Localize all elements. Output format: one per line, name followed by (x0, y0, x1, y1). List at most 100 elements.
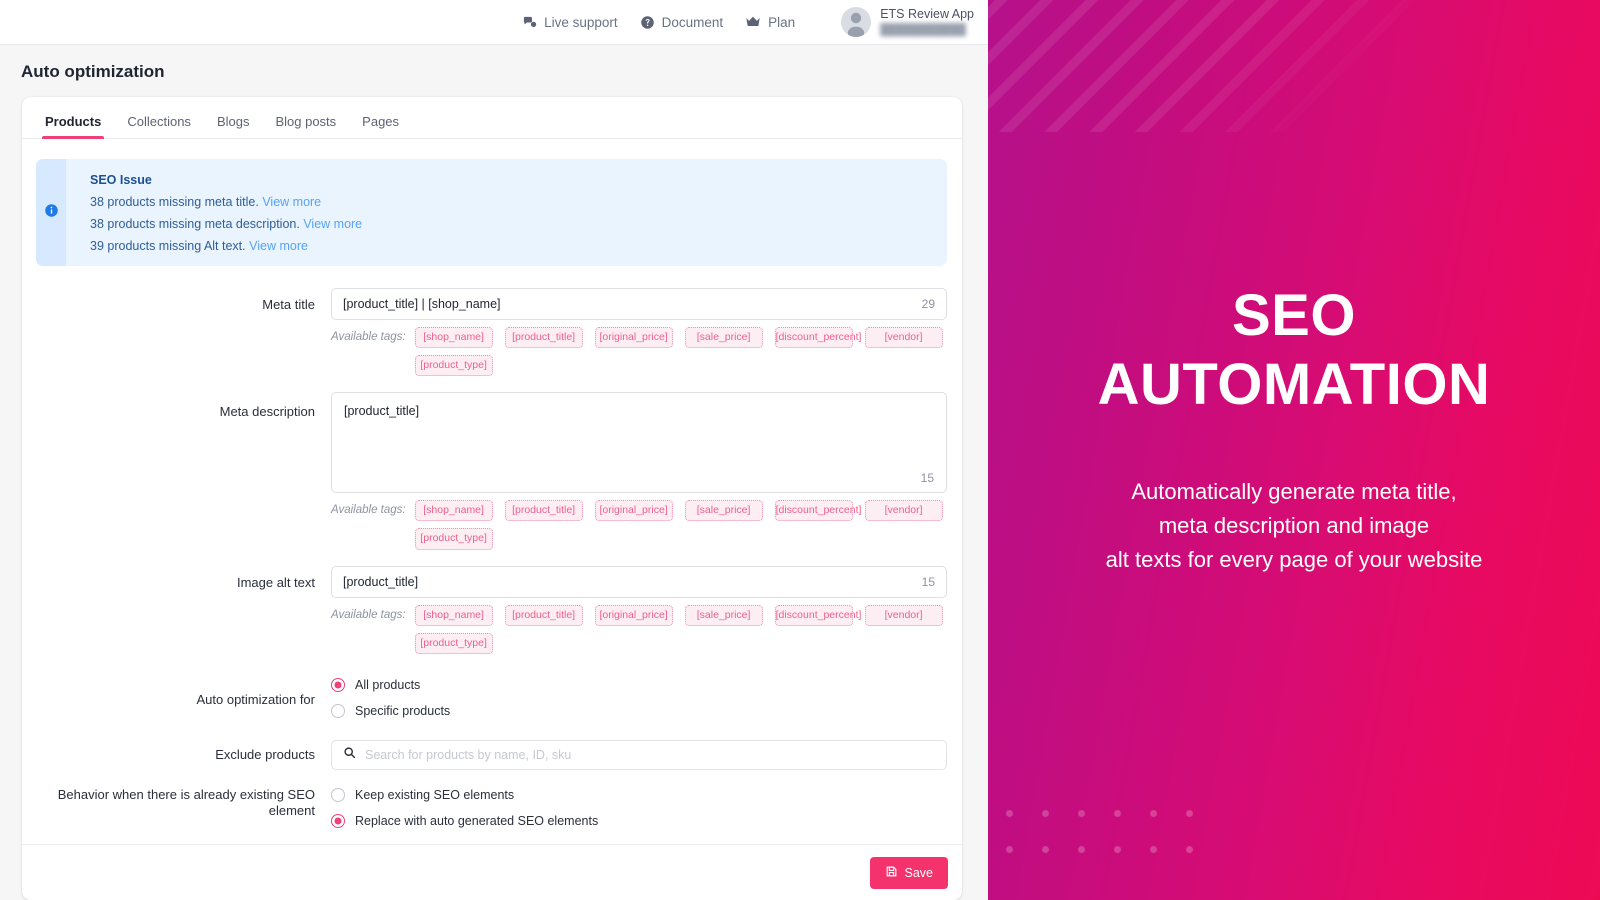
tag-product-title[interactable]: [product_title] (505, 605, 583, 626)
promo-heading: SEO AUTOMATION (1098, 282, 1491, 419)
user-name: ETS Review App (880, 8, 974, 22)
alert-body: SEO Issue 38 products missing meta title… (66, 159, 362, 266)
meta-title-label: Meta title (36, 288, 331, 313)
save-button[interactable]: Save (870, 857, 949, 889)
radio-all-products[interactable]: All products (331, 672, 947, 698)
radio-specific-products-indicator[interactable] (331, 704, 345, 718)
alert-accent-strip (36, 159, 66, 266)
image-alt-text-value: [product_title] (343, 575, 418, 589)
tab-blog-posts[interactable]: Blog posts (262, 115, 349, 138)
meta-title-control: [product_title] | [shop_name] 29 Availab… (331, 288, 947, 376)
tag-sale-price[interactable]: [sale_price] (685, 327, 763, 348)
promo-content: SEO AUTOMATION Automatically generate me… (1098, 282, 1491, 617)
radio-specific-products-label: Specific products (355, 704, 450, 718)
auto-optimization-for-label: Auto optimization for (36, 672, 331, 708)
meta-title-tags-row: Available tags: [shop_name] [product_tit… (331, 327, 947, 376)
live-support-link[interactable]: Live support (522, 15, 618, 30)
promo-subtext-line3: alt texts for every page of your website (1098, 543, 1491, 577)
tag-sale-price[interactable]: [sale_price] (685, 500, 763, 521)
meta-description-label: Meta description (36, 392, 331, 420)
tag-sale-price[interactable]: [sale_price] (685, 605, 763, 626)
meta-description-tags-row: Available tags: [shop_name] [product_tit… (331, 500, 947, 549)
tag-original-price[interactable]: [original_price] (595, 327, 673, 348)
tag-original-price[interactable]: [original_price] (595, 500, 673, 521)
meta-title-value: [product_title] | [shop_name] (343, 297, 501, 311)
meta-description-control: [product_title] 15 Available tags: [shop… (331, 392, 947, 549)
auto-optimization-for-control: All products Specific products (331, 672, 947, 724)
user-meta: ETS Review App ███████████ (880, 8, 974, 36)
exclude-products-search[interactable]: Search for products by name, ID, sku (331, 740, 947, 770)
promo-subtext-line1: Automatically generate meta title, (1098, 475, 1491, 509)
radio-replace-auto-generated-label: Replace with auto generated SEO elements (355, 814, 598, 828)
radio-replace-auto-generated[interactable]: Replace with auto generated SEO elements (331, 808, 947, 834)
alert-title: SEO Issue (90, 173, 362, 187)
behavior-label: Behavior when there is already existing … (36, 782, 331, 820)
radio-all-products-indicator[interactable] (331, 678, 345, 692)
meta-title-char-count: 29 (922, 297, 935, 311)
page-title: Auto optimization (0, 45, 988, 97)
tag-discount-percent[interactable]: [discount_percent] (775, 500, 853, 521)
meta-title-input[interactable]: [product_title] | [shop_name] 29 (331, 288, 947, 320)
tag-product-type[interactable]: [product_type] (415, 633, 493, 654)
available-tags-label: Available tags: (331, 327, 406, 343)
tag-product-title[interactable]: [product_title] (505, 327, 583, 348)
tag-vendor[interactable]: [vendor] (865, 327, 943, 348)
exclude-products-control: Search for products by name, ID, sku (331, 740, 947, 770)
crown-icon (745, 15, 761, 29)
avatar (841, 7, 871, 37)
tab-blogs[interactable]: Blogs (204, 115, 263, 138)
plan-link[interactable]: Plan (745, 15, 795, 30)
alert-line-text: 39 products missing Alt text. (90, 239, 246, 253)
view-more-link-meta-description[interactable]: View more (303, 217, 362, 231)
tag-original-price[interactable]: [original_price] (595, 605, 673, 626)
info-circle-icon (44, 203, 59, 223)
radio-specific-products[interactable]: Specific products (331, 698, 947, 724)
image-alt-text-tag-list: [shop_name] [product_title] [original_pr… (415, 605, 947, 654)
screen: Live support Document (0, 0, 1600, 900)
tab-collections[interactable]: Collections (114, 115, 204, 138)
help-circle-icon (640, 15, 655, 30)
radio-all-products-label: All products (355, 678, 420, 692)
tag-discount-percent[interactable]: [discount_percent] (775, 605, 853, 626)
card-footer: Save (22, 844, 962, 900)
field-exclude-products: Exclude products Search for products by … (36, 740, 947, 770)
user-menu[interactable]: ETS Review App ███████████ (841, 7, 974, 37)
tag-vendor[interactable]: [vendor] (865, 500, 943, 521)
tag-vendor[interactable]: [vendor] (865, 605, 943, 626)
top-bar: Live support Document (0, 0, 988, 45)
top-bar-links: Live support Document (522, 7, 974, 37)
document-link[interactable]: Document (640, 15, 724, 30)
behavior-control: Keep existing SEO elements Replace with … (331, 782, 947, 844)
meta-description-textarea[interactable]: [product_title] 15 (331, 392, 947, 493)
view-more-link-meta-title[interactable]: View more (262, 195, 321, 209)
tag-product-type[interactable]: [product_type] (415, 528, 493, 549)
alert-line-meta-description: 38 products missing meta description. Vi… (90, 217, 362, 231)
radio-replace-auto-generated-indicator[interactable] (331, 814, 345, 828)
tag-shop-name[interactable]: [shop_name] (415, 605, 493, 626)
tag-product-type[interactable]: [product_type] (415, 355, 493, 376)
tab-pages[interactable]: Pages (349, 115, 412, 138)
image-alt-text-tags-row: Available tags: [shop_name] [product_tit… (331, 605, 947, 654)
image-alt-text-control: [product_title] 15 Available tags: [shop… (331, 566, 947, 654)
field-meta-description: Meta description [product_title] 15 Avai… (36, 392, 947, 549)
meta-description-tag-list: [shop_name] [product_title] [original_pr… (415, 500, 947, 549)
meta-description-value: [product_title] (344, 404, 419, 418)
promo-panel: SEO AUTOMATION Automatically generate me… (988, 0, 1600, 900)
tag-shop-name[interactable]: [shop_name] (415, 327, 493, 348)
chat-icon (522, 15, 537, 30)
tag-product-title[interactable]: [product_title] (505, 500, 583, 521)
promo-heading-line1: SEO (1098, 282, 1491, 350)
document-label: Document (662, 15, 724, 30)
view-more-link-alt-text[interactable]: View more (249, 239, 308, 253)
image-alt-text-input[interactable]: [product_title] 15 (331, 566, 947, 598)
tag-discount-percent[interactable]: [discount_percent] (775, 327, 853, 348)
available-tags-label: Available tags: (331, 500, 406, 516)
auto-optimization-form: Meta title [product_title] | [shop_name]… (22, 266, 962, 844)
radio-keep-existing[interactable]: Keep existing SEO elements (331, 782, 947, 808)
tag-shop-name[interactable]: [shop_name] (415, 500, 493, 521)
image-alt-text-char-count: 15 (922, 575, 935, 589)
tab-products[interactable]: Products (32, 115, 114, 138)
radio-keep-existing-indicator[interactable] (331, 788, 345, 802)
promo-heading-line2: AUTOMATION (1098, 351, 1491, 419)
alert-line-text: 38 products missing meta description. (90, 217, 300, 231)
